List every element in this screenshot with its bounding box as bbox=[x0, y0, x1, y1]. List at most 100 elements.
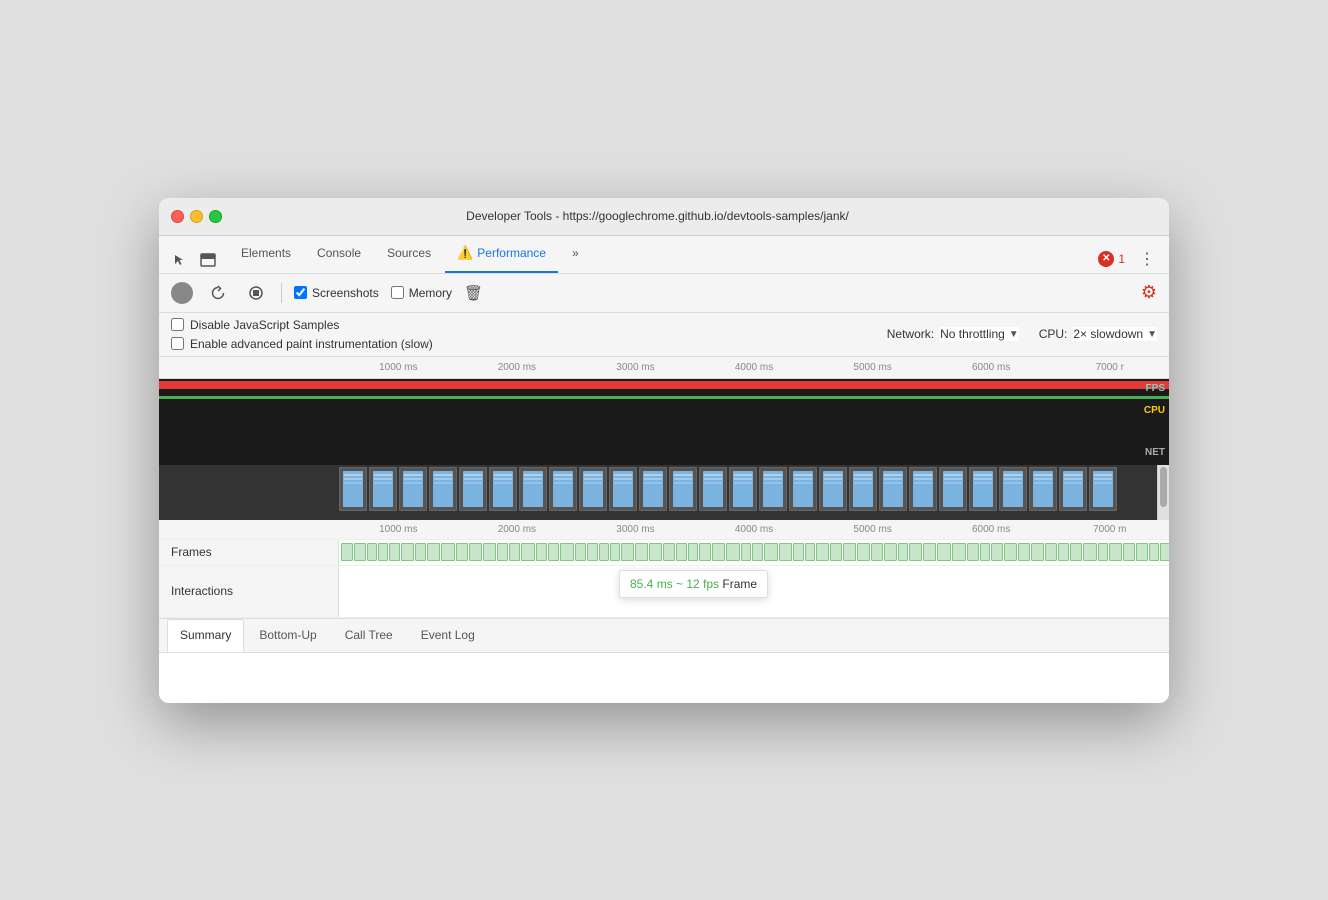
screenshot-thumb[interactable] bbox=[939, 467, 967, 511]
frame-block[interactable] bbox=[521, 543, 535, 561]
frame-block[interactable] bbox=[1123, 543, 1135, 561]
dock-icon[interactable] bbox=[195, 247, 221, 273]
memory-checkbox[interactable] bbox=[391, 286, 404, 299]
frame-block[interactable] bbox=[816, 543, 828, 561]
clear-button[interactable]: 🗑 bbox=[464, 284, 483, 302]
frame-block[interactable] bbox=[663, 543, 675, 561]
disable-js-samples-checkbox[interactable] bbox=[171, 318, 184, 331]
frame-block[interactable] bbox=[805, 543, 815, 561]
frame-block[interactable] bbox=[1136, 543, 1147, 561]
screenshot-thumb[interactable] bbox=[909, 467, 937, 511]
screenshot-thumb[interactable] bbox=[759, 467, 787, 511]
scrollbar-thumb[interactable] bbox=[1160, 467, 1167, 507]
screenshot-thumb[interactable] bbox=[639, 467, 667, 511]
screenshot-thumb[interactable] bbox=[999, 467, 1027, 511]
frame-block[interactable] bbox=[909, 543, 922, 561]
tab-call-tree[interactable]: Call Tree bbox=[332, 619, 406, 652]
screenshot-thumb[interactable] bbox=[1059, 467, 1087, 511]
timeline-scrollbar[interactable] bbox=[1157, 465, 1169, 520]
frame-block[interactable] bbox=[1160, 543, 1169, 561]
frame-block[interactable] bbox=[712, 543, 726, 561]
frame-block[interactable] bbox=[536, 543, 547, 561]
frame-block[interactable] bbox=[857, 543, 870, 561]
tab-sources[interactable]: Sources bbox=[375, 236, 443, 273]
frame-block[interactable] bbox=[1045, 543, 1057, 561]
screenshots-checkbox[interactable] bbox=[294, 286, 307, 299]
frame-block[interactable] bbox=[610, 543, 620, 561]
tab-event-log[interactable]: Event Log bbox=[408, 619, 488, 652]
tab-more[interactable]: » bbox=[560, 236, 591, 273]
frame-block[interactable] bbox=[923, 543, 936, 561]
screenshot-thumb[interactable] bbox=[489, 467, 517, 511]
screenshot-thumb[interactable] bbox=[369, 467, 397, 511]
tab-performance[interactable]: ⚠️ Performance bbox=[445, 236, 558, 273]
frame-block[interactable] bbox=[1083, 543, 1097, 561]
frame-block[interactable] bbox=[967, 543, 979, 561]
frame-block[interactable] bbox=[793, 543, 805, 561]
tab-console[interactable]: Console bbox=[305, 236, 373, 273]
frame-block[interactable] bbox=[427, 543, 441, 561]
frame-block[interactable] bbox=[599, 543, 609, 561]
frames-content[interactable] bbox=[339, 540, 1169, 565]
frame-block[interactable] bbox=[1098, 543, 1109, 561]
frame-block[interactable] bbox=[752, 543, 763, 561]
interactions-content[interactable]: 85.4 ms ~ 12 fps Frame bbox=[339, 566, 1169, 617]
frame-block[interactable] bbox=[1109, 543, 1122, 561]
frame-block[interactable] bbox=[441, 543, 454, 561]
frame-block[interactable] bbox=[843, 543, 856, 561]
screenshot-thumb[interactable] bbox=[579, 467, 607, 511]
screenshot-thumb[interactable] bbox=[969, 467, 997, 511]
screenshot-thumb[interactable] bbox=[789, 467, 817, 511]
settings-button[interactable]: ⚙ bbox=[1141, 282, 1157, 303]
frame-block[interactable] bbox=[884, 543, 897, 561]
frame-block[interactable] bbox=[952, 543, 966, 561]
frame-block[interactable] bbox=[1031, 543, 1044, 561]
screenshot-thumb[interactable] bbox=[699, 467, 727, 511]
more-options-button[interactable]: ⋮ bbox=[1133, 245, 1161, 273]
frame-block[interactable] bbox=[389, 543, 400, 561]
screenshot-thumb[interactable] bbox=[849, 467, 877, 511]
frame-block[interactable] bbox=[1058, 543, 1069, 561]
frame-block[interactable] bbox=[898, 543, 908, 561]
screenshot-thumb[interactable] bbox=[399, 467, 427, 511]
frame-block[interactable] bbox=[575, 543, 586, 561]
frame-block[interactable] bbox=[726, 543, 739, 561]
reload-record-button[interactable] bbox=[205, 280, 231, 306]
frame-block[interactable] bbox=[483, 543, 496, 561]
screenshot-thumb[interactable] bbox=[459, 467, 487, 511]
frame-block[interactable] bbox=[980, 543, 990, 561]
frame-block[interactable] bbox=[354, 543, 366, 561]
frame-block[interactable] bbox=[741, 543, 751, 561]
frame-block[interactable] bbox=[548, 543, 560, 561]
stop-button[interactable] bbox=[243, 280, 269, 306]
frame-block[interactable] bbox=[367, 543, 378, 561]
frame-block[interactable] bbox=[699, 543, 711, 561]
frame-block[interactable] bbox=[378, 543, 388, 561]
frame-block[interactable] bbox=[621, 543, 634, 561]
frame-block[interactable] bbox=[497, 543, 508, 561]
network-select[interactable]: No throttling ▼ bbox=[940, 327, 1019, 341]
frame-block[interactable] bbox=[401, 543, 414, 561]
advanced-paint-option[interactable]: Enable advanced paint instrumentation (s… bbox=[171, 337, 433, 351]
frame-block[interactable] bbox=[1018, 543, 1031, 561]
frame-block[interactable] bbox=[676, 543, 687, 561]
screenshot-thumb[interactable] bbox=[339, 467, 367, 511]
screenshot-thumb[interactable] bbox=[429, 467, 457, 511]
frame-block[interactable] bbox=[1149, 543, 1159, 561]
frame-block[interactable] bbox=[1004, 543, 1017, 561]
frame-block[interactable] bbox=[688, 543, 698, 561]
screenshot-thumb[interactable] bbox=[519, 467, 547, 511]
tab-bottom-up[interactable]: Bottom-Up bbox=[246, 619, 329, 652]
screenshot-thumb[interactable] bbox=[669, 467, 697, 511]
frame-block[interactable] bbox=[469, 543, 482, 561]
frame-block[interactable] bbox=[764, 543, 778, 561]
screenshot-thumb[interactable] bbox=[819, 467, 847, 511]
frame-block[interactable] bbox=[415, 543, 426, 561]
frame-block[interactable] bbox=[509, 543, 520, 561]
frame-block[interactable] bbox=[587, 543, 598, 561]
screenshot-thumb[interactable] bbox=[1029, 467, 1057, 511]
error-badge[interactable]: ✕ 1 bbox=[1098, 251, 1125, 267]
screenshot-thumb[interactable] bbox=[729, 467, 757, 511]
screenshot-thumb[interactable] bbox=[1089, 467, 1117, 511]
pointer-icon[interactable] bbox=[167, 247, 193, 273]
